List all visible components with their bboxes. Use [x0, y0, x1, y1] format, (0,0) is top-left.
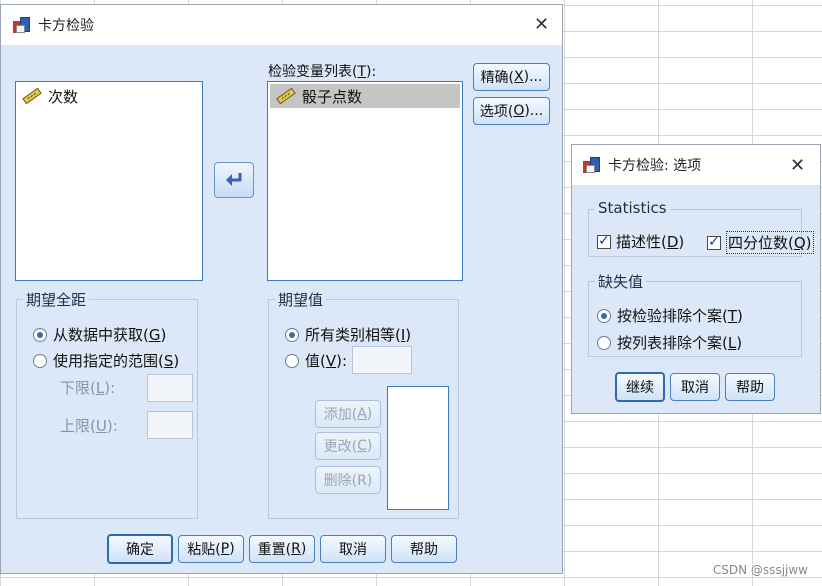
statistics-group: Statistics ✓ 描述性(D) ✓ 四分位数(Q)	[588, 199, 814, 257]
radio-button[interactable]	[285, 353, 299, 368]
expected-values-group: 期望值 所有类别相等(I) 值(V): 添加(A) 更改(C) 删除(R)	[268, 289, 459, 519]
radio-button[interactable]	[597, 335, 611, 350]
paste-button[interactable]: 粘贴(P)	[178, 535, 244, 563]
radio-button[interactable]	[33, 353, 47, 368]
missing-values-group: 缺失值 按检验排除个案(T) 按列表排除个案(L)	[588, 271, 802, 357]
radio-get-from-data[interactable]: 从数据中获取(G)	[33, 324, 166, 345]
variable-name: 次数	[48, 87, 79, 106]
options-title: 卡方检验: 选项	[608, 158, 702, 174]
arrow-left-icon	[226, 173, 242, 186]
value-input[interactable]	[352, 346, 412, 374]
upper-label: 上限(U):	[60, 417, 118, 435]
change-button[interactable]: 更改(C)	[315, 432, 381, 460]
radio-button[interactable]	[597, 308, 611, 323]
lower-label: 下限(L):	[60, 379, 116, 397]
group-title: 缺失值	[595, 271, 647, 292]
group-title: 期望全距	[23, 289, 90, 310]
group-title: 期望值	[275, 289, 327, 310]
close-icon[interactable]: ✕	[534, 16, 549, 34]
checkbox[interactable]: ✓	[597, 234, 611, 249]
move-variable-button[interactable]	[214, 162, 254, 198]
upper-input[interactable]	[147, 411, 193, 439]
dialog-titlebar: 卡方检验 ✕	[1, 5, 562, 45]
reset-button[interactable]: 重置(R)	[249, 535, 315, 563]
ok-button[interactable]: 确定	[107, 534, 173, 564]
list-item[interactable]: 次数	[16, 84, 202, 108]
radio-exclude-test-by-test[interactable]: 按检验排除个案(T)	[597, 305, 743, 326]
radio-button[interactable]	[33, 327, 47, 342]
checkbox-descriptive[interactable]: ✓ 描述性(D)	[597, 231, 684, 252]
options-cancel-button[interactable]: 取消	[670, 373, 720, 401]
radio-all-categories-equal[interactable]: 所有类别相等(I)	[285, 324, 411, 345]
checkbox-quartiles[interactable]: ✓ 四分位数(Q)	[707, 231, 814, 254]
watermark: CSDN @sssjjww	[712, 563, 808, 577]
ruler-icon	[276, 88, 296, 104]
help-button[interactable]: 帮助	[391, 535, 457, 563]
dialog-title: 卡方检验	[38, 18, 94, 34]
remove-button[interactable]: 删除(R)	[315, 466, 381, 494]
ruler-icon	[22, 88, 42, 104]
source-variable-list[interactable]: 次数	[15, 81, 203, 281]
radio-exclude-listwise[interactable]: 按列表排除个案(L)	[597, 332, 742, 353]
close-icon[interactable]: ✕	[790, 157, 805, 175]
continue-button[interactable]: 继续	[615, 372, 665, 402]
group-title: Statistics	[595, 199, 670, 217]
expected-values-list[interactable]	[387, 386, 449, 510]
options-dialog: 卡方检验: 选项 ✕ Statistics ✓ 描述性(D) ✓ 四分位数(Q)…	[571, 144, 821, 414]
test-variable-label: 检验变量列表(T):	[268, 64, 377, 80]
radio-button[interactable]	[285, 327, 299, 342]
add-button[interactable]: 添加(A)	[315, 400, 381, 428]
lower-input[interactable]	[147, 374, 193, 402]
checkbox[interactable]: ✓	[707, 235, 721, 250]
cancel-button[interactable]: 取消	[320, 535, 386, 563]
options-button[interactable]: 选项(O)...	[473, 97, 550, 125]
exact-button[interactable]: 精确(X)...	[473, 63, 550, 91]
expected-range-group: 期望全距 从数据中获取(G) 使用指定的范围(S) 下限(L): 上限(U):	[16, 289, 198, 519]
list-item[interactable]: 骰子点数	[270, 84, 460, 108]
chi-square-dialog: 卡方检验 ✕ 次数 检验变量列表(T): 骰子点数 精确(X)... 选项(…	[0, 4, 563, 574]
radio-use-specified-range[interactable]: 使用指定的范围(S)	[33, 350, 179, 371]
radio-values[interactable]: 值(V):	[285, 350, 347, 371]
test-variable-list[interactable]: 骰子点数	[267, 81, 463, 281]
options-titlebar: 卡方检验: 选项 ✕	[572, 145, 820, 185]
spss-app-icon	[12, 15, 32, 35]
spss-app-icon	[582, 155, 602, 175]
variable-name: 骰子点数	[302, 87, 363, 106]
options-help-button[interactable]: 帮助	[725, 373, 775, 401]
